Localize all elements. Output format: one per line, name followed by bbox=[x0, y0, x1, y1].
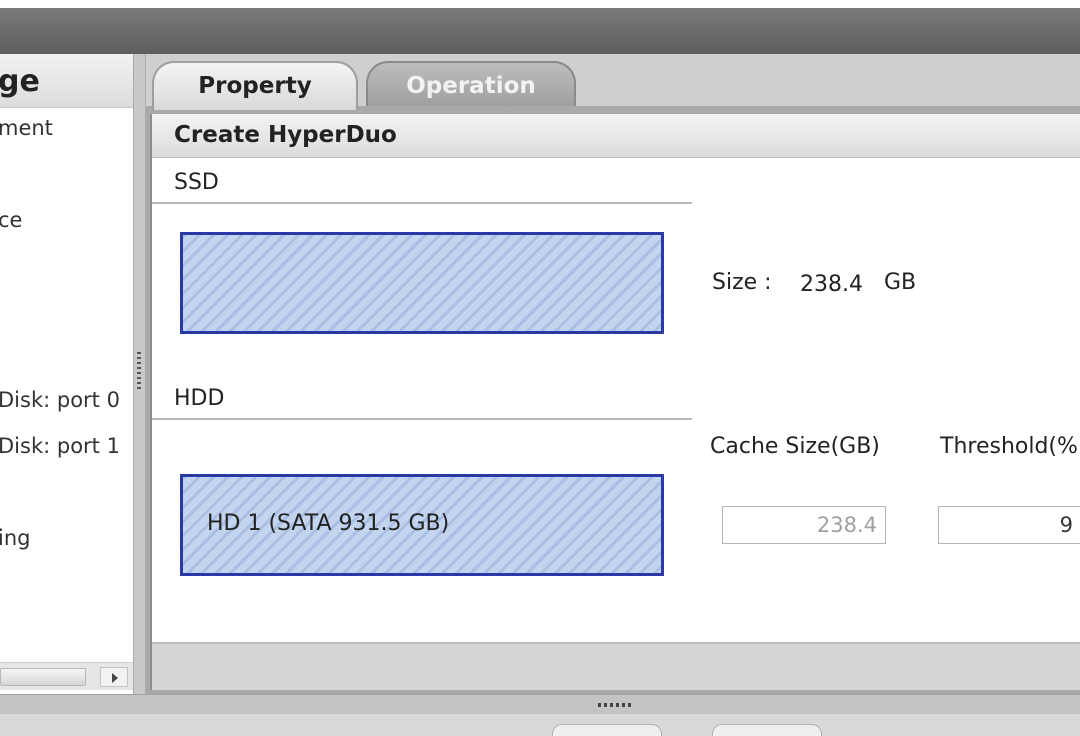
cache-size-label: Cache Size(GB) bbox=[710, 434, 880, 459]
tab-operation[interactable]: Operation bbox=[366, 61, 576, 110]
tab-operation-label: Operation bbox=[406, 73, 536, 99]
content-frame: Create HyperDuo SSD Size : 238.4 GB HDD … bbox=[146, 106, 1080, 694]
content-footer bbox=[152, 642, 1080, 690]
bottom-button-bar bbox=[0, 714, 1080, 736]
ssd-divider bbox=[152, 202, 692, 204]
tab-property-label: Property bbox=[198, 73, 312, 99]
bottom-button-2[interactable] bbox=[712, 724, 822, 736]
horizontal-splitter[interactable] bbox=[0, 694, 1080, 714]
scrollbar-thumb[interactable] bbox=[0, 668, 86, 686]
splitter-grip-icon bbox=[598, 703, 634, 707]
tree-item[interactable]: ment bbox=[0, 116, 53, 140]
tree-item[interactable]: ce bbox=[0, 208, 22, 232]
hdd-divider bbox=[152, 418, 692, 420]
hdd-disk-text: HD 1 (SATA 931.5 GB) bbox=[207, 511, 450, 536]
tree-item-disk-port-0[interactable]: Disk: port 0 bbox=[0, 388, 120, 412]
tab-strip: Operation Property bbox=[146, 54, 1080, 110]
top-edge bbox=[0, 0, 1080, 8]
left-tree-panel: ge ment ce Disk: port 0 Disk: port 1 ing bbox=[0, 54, 133, 694]
threshold-label: Threshold(% bbox=[940, 434, 1078, 459]
tab-property[interactable]: Property bbox=[152, 61, 358, 110]
vertical-splitter[interactable] bbox=[133, 54, 146, 694]
hdd-disk-block[interactable]: HD 1 (SATA 931.5 GB) bbox=[180, 474, 664, 576]
cache-size-field[interactable]: 238.4 bbox=[722, 506, 886, 544]
arrow-right-icon bbox=[112, 673, 118, 683]
title-bar bbox=[0, 8, 1080, 54]
left-panel-header: ge bbox=[0, 54, 133, 108]
ssd-label: SSD bbox=[174, 170, 219, 195]
content-body: Create HyperDuo SSD Size : 238.4 GB HDD … bbox=[150, 114, 1080, 690]
hdd-label: HDD bbox=[174, 386, 225, 411]
tree-item[interactable]: ing bbox=[0, 526, 30, 550]
ssd-size-unit: GB bbox=[884, 270, 917, 295]
bottom-button-1[interactable] bbox=[552, 724, 662, 736]
threshold-field[interactable]: 9 bbox=[938, 506, 1080, 544]
splitter-grip-icon bbox=[137, 352, 141, 392]
ssd-size-label: Size : bbox=[712, 270, 772, 295]
left-panel-title: ge bbox=[0, 64, 40, 99]
ssd-disk-block[interactable] bbox=[180, 232, 664, 334]
left-horizontal-scrollbar[interactable] bbox=[0, 662, 133, 690]
section-title: Create HyperDuo bbox=[174, 122, 397, 148]
scroll-right-button[interactable] bbox=[100, 667, 128, 687]
section-header: Create HyperDuo bbox=[152, 114, 1080, 158]
tree-item-disk-port-1[interactable]: Disk: port 1 bbox=[0, 434, 120, 458]
ssd-size-value: 238.4 bbox=[800, 272, 863, 297]
